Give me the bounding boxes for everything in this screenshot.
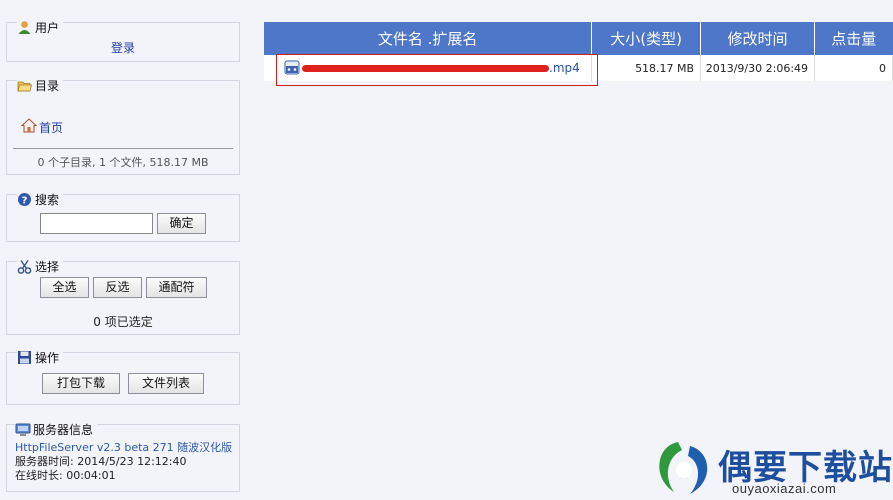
file-modified-cell: 2013/9/30 2:06:49 xyxy=(700,55,816,81)
svg-text:?: ? xyxy=(22,195,28,206)
server-version-link[interactable]: HttpFileServer v2.3 beta 271 随波汉化版 xyxy=(15,441,232,454)
watermark-url: ouyaoxiazai.com xyxy=(732,481,837,496)
help-icon: ? xyxy=(17,192,32,207)
archive-download-button[interactable]: 打包下载 xyxy=(42,373,120,394)
dir-panel-title: 目录 xyxy=(17,77,64,94)
search-title: 搜索 xyxy=(35,193,60,207)
watermark-swirl-icon xyxy=(659,442,708,494)
col-header-name[interactable]: 文件名 .扩展名 xyxy=(264,22,593,55)
user-icon xyxy=(17,20,32,35)
server-icon xyxy=(15,422,31,437)
dir-title: 目录 xyxy=(35,79,60,93)
wildcard-button[interactable]: 通配符 xyxy=(146,277,207,298)
file-list-button[interactable]: 文件列表 xyxy=(128,373,204,394)
file-table-header: 文件名 .扩展名 大小(类型) 修改时间 点击量 xyxy=(264,22,893,55)
server-time: 服务器时间: 2014/5/23 12:12:40 xyxy=(15,455,187,468)
watermark-logo: 偶要下载站 ouyaoxiazai.com xyxy=(650,438,892,498)
select-all-button[interactable]: 全选 xyxy=(40,277,89,298)
save-disk-icon xyxy=(17,350,32,365)
server-panel: 服务器信息 HttpFileServer v2.3 beta 271 随波汉化版… xyxy=(6,421,240,492)
user-panel: 用户 登录 xyxy=(6,19,240,62)
search-input[interactable] xyxy=(40,213,153,234)
folder-open-icon xyxy=(17,78,33,93)
file-size-cell: 518.17 MB xyxy=(591,55,702,81)
highlight-box xyxy=(276,54,598,86)
server-uptime: 在线时长: 00:04:01 xyxy=(15,469,116,482)
col-header-hits[interactable]: 点击量 xyxy=(814,22,893,55)
file-hits-cell: 0 xyxy=(814,55,893,81)
actions-title: 操作 xyxy=(35,351,60,365)
server-title: 服务器信息 xyxy=(33,423,94,437)
user-title: 用户 xyxy=(35,21,60,35)
dir-divider xyxy=(13,148,233,149)
home-icon xyxy=(20,117,38,133)
col-header-modified[interactable]: 修改时间 xyxy=(700,22,816,55)
select-title: 选择 xyxy=(35,260,60,274)
search-confirm-button[interactable]: 确定 xyxy=(157,213,206,234)
search-panel-title: ? 搜索 xyxy=(17,191,64,208)
home-link[interactable]: 首页 xyxy=(39,119,63,136)
actions-panel-title: 操作 xyxy=(17,349,64,366)
invert-selection-button[interactable]: 反选 xyxy=(93,277,142,298)
selection-count: 0 项已选定 xyxy=(93,315,153,329)
dir-panel: 目录 首页 0 个子目录, 1 个文件, 518.17 MB xyxy=(6,77,240,175)
select-panel: 选择 全选 反选 通配符 0 项已选定 xyxy=(6,258,240,335)
select-panel-title: 选择 xyxy=(17,258,64,275)
server-panel-title: 服务器信息 xyxy=(15,421,98,438)
col-header-size[interactable]: 大小(类型) xyxy=(591,22,702,55)
scissors-icon xyxy=(17,259,32,274)
actions-panel: 操作 打包下载 文件列表 xyxy=(6,349,240,405)
user-panel-title: 用户 xyxy=(17,19,64,36)
login-link[interactable]: 登录 xyxy=(111,41,135,55)
search-panel: ? 搜索 确定 xyxy=(6,191,240,242)
dir-summary: 0 个子目录, 1 个文件, 518.17 MB xyxy=(37,156,209,169)
